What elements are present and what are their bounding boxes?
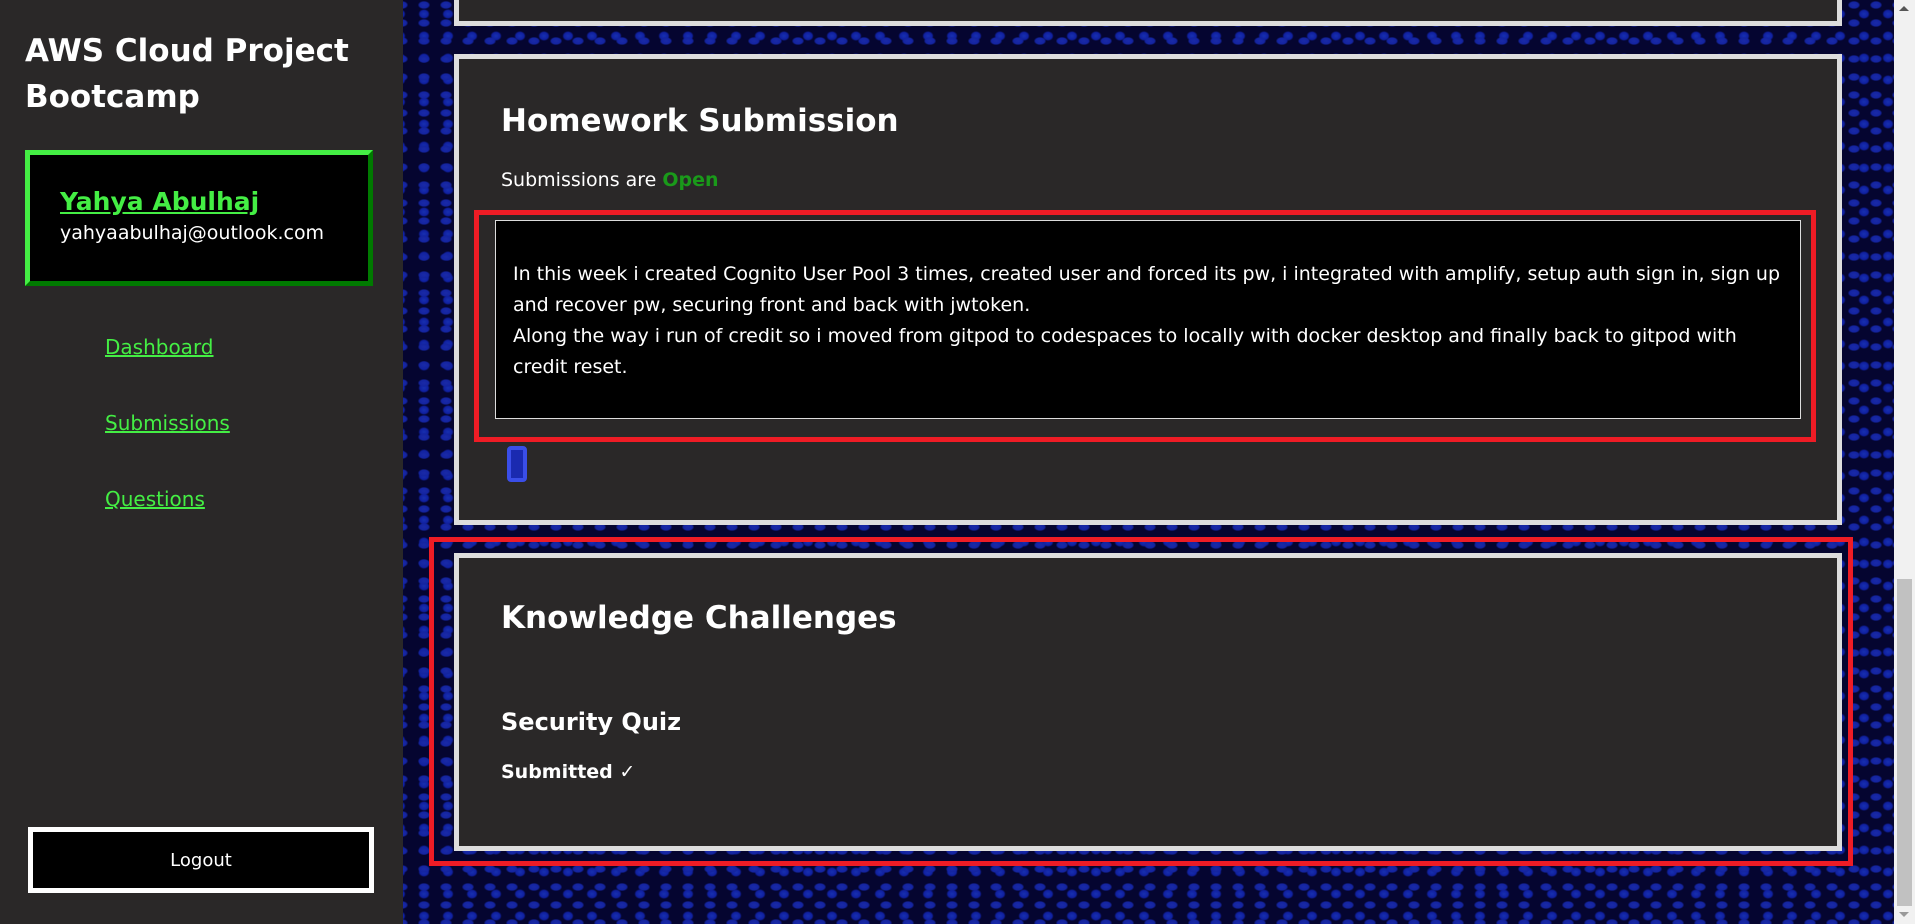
scrollbar[interactable] xyxy=(1894,0,1915,924)
nav-dashboard[interactable]: Dashboard xyxy=(105,335,214,359)
knowledge-card: Knowledge Challenges Security Quiz Submi… xyxy=(454,553,1842,851)
quiz-status-text: Submitted xyxy=(501,761,613,783)
scroll-down-icon[interactable] xyxy=(1899,912,1909,917)
homework-textarea[interactable]: In this week i created Cognito User Pool… xyxy=(495,220,1801,419)
app-title: AWS Cloud Project Bootcamp xyxy=(25,33,349,115)
user-name-link[interactable]: Yahya Abulhaj xyxy=(60,187,368,216)
checkmark-icon: ✓ xyxy=(619,761,636,783)
nav-submissions[interactable]: Submissions xyxy=(105,411,230,435)
user-email: yahyaabulhaj@outlook.com xyxy=(60,222,325,244)
scrollbar-thumb[interactable] xyxy=(1897,579,1912,906)
previous-card xyxy=(454,0,1842,26)
homework-title: Homework Submission xyxy=(501,103,899,139)
status-open: Open xyxy=(662,169,719,191)
user-card: Yahya Abulhaj yahyaabulhaj@outlook.com xyxy=(25,150,373,286)
logout-button[interactable]: Logout xyxy=(28,827,374,893)
quiz-name: Security Quiz xyxy=(501,708,682,736)
sidebar: AWS Cloud Project Bootcamp Yahya Abulhaj… xyxy=(0,0,403,924)
grammarly-like-extension-icon[interactable] xyxy=(507,446,527,482)
status-prefix: Submissions are xyxy=(501,169,657,191)
nav-questions[interactable]: Questions xyxy=(105,487,205,511)
quiz-status: Submitted ✓ xyxy=(501,761,635,783)
scroll-up-icon[interactable] xyxy=(1899,6,1909,11)
knowledge-title: Knowledge Challenges xyxy=(501,600,897,636)
submission-status: Submissions are Open xyxy=(501,168,719,192)
